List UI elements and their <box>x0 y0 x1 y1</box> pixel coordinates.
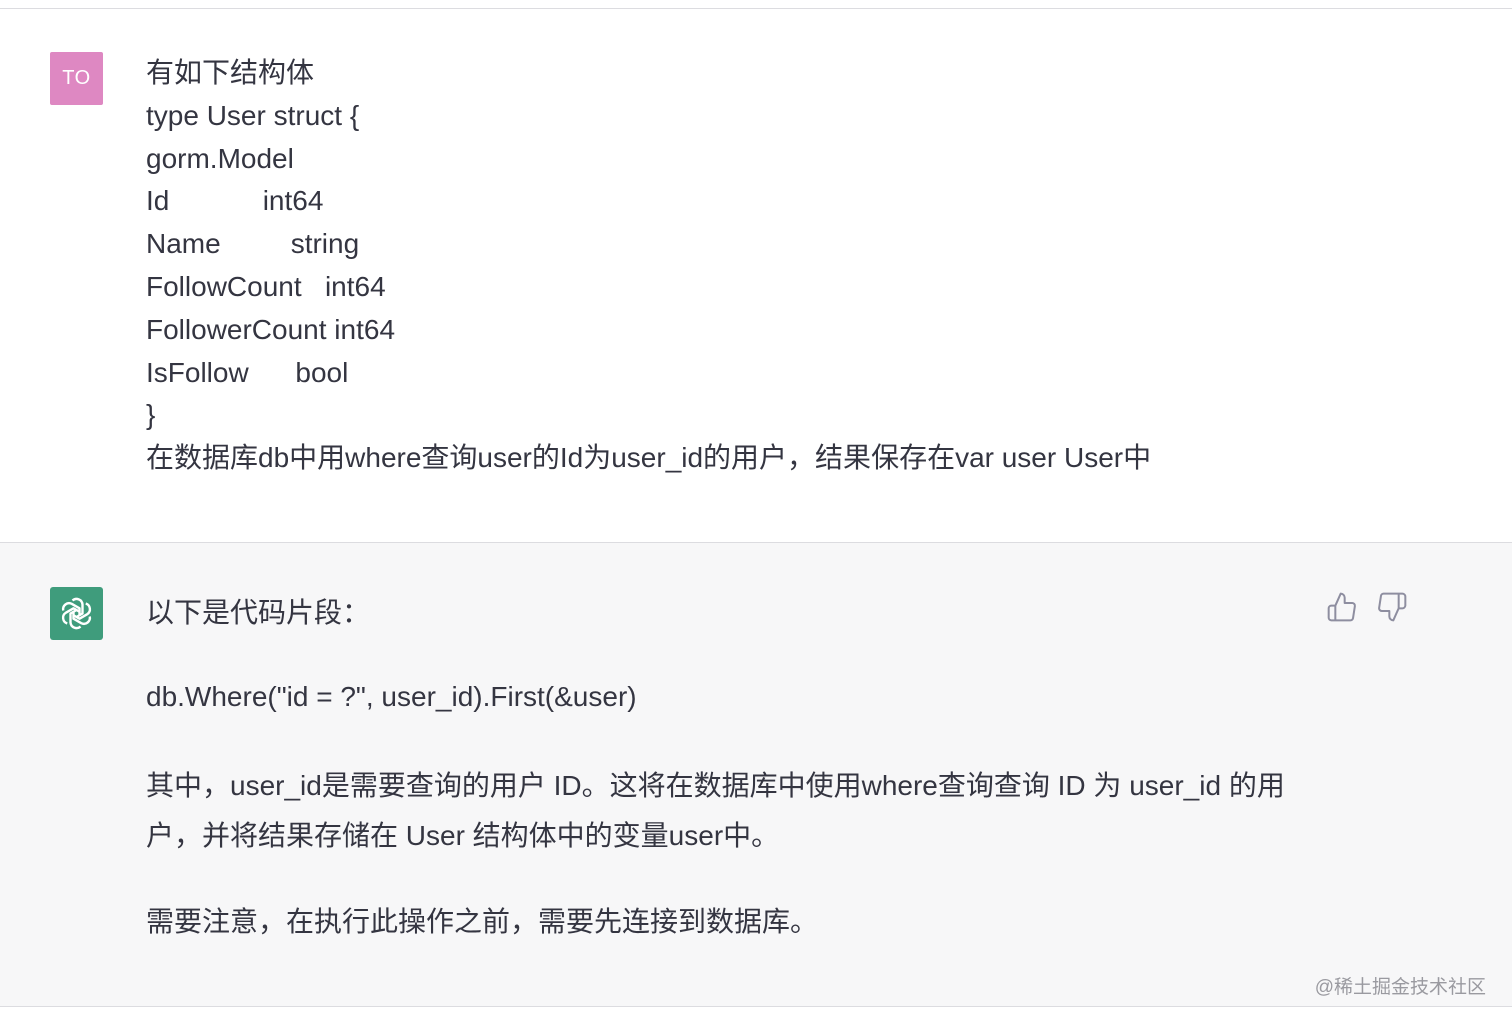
message-line: Name string <box>146 228 360 260</box>
explanation-text: 其中，user_id是需要查询的用户 ID。这将在数据库中使用where查询查询… <box>146 770 1285 851</box>
message-line: 有如下结构体 <box>146 57 315 88</box>
user-avatar: TO <box>50 52 103 105</box>
top-divider <box>0 0 1512 9</box>
message-line: 在数据库db中用where查询user的Id为user_id的用户，结果保存在v… <box>146 442 1152 474</box>
message-line: gorm.Model <box>146 142 294 174</box>
thumbs-up-button[interactable] <box>1326 591 1358 623</box>
user-message: TO 有如下结构体 type User struct { gorm.Model … <box>0 9 1512 543</box>
note-text: 需要注意，在执行此操作之前，需要先连接到数据库。 <box>146 906 819 937</box>
intro-text: 以下是代码片段： <box>146 597 371 628</box>
message-line: type User struct { <box>146 99 360 131</box>
thumbs-down-icon <box>1378 592 1407 622</box>
message-line: FollowCount int64 <box>146 270 386 302</box>
assistant-message: 以下是代码片段： db.Where("id = ?", user_id).Fir… <box>0 543 1512 1007</box>
code-snippet: db.Where("id = ?", user_id).First(&user) <box>146 681 637 712</box>
assistant-avatar <box>50 587 103 640</box>
message-line: Id int64 <box>146 185 324 217</box>
thumbs-up-icon <box>1327 592 1356 622</box>
message-line: IsFollow bool <box>146 356 349 388</box>
openai-logo-icon <box>61 597 92 630</box>
watermark: @稀土掘金技术社区 <box>1314 977 1486 998</box>
user-message-text: 有如下结构体 type User struct { gorm.Model Id … <box>146 52 1346 480</box>
assistant-message-text: 以下是代码片段： db.Where("id = ?", user_id).Fir… <box>146 593 1326 947</box>
message-line: FollowerCount int64 <box>146 313 396 345</box>
thumbs-down-button[interactable] <box>1376 591 1408 623</box>
message-line: } <box>146 399 156 431</box>
